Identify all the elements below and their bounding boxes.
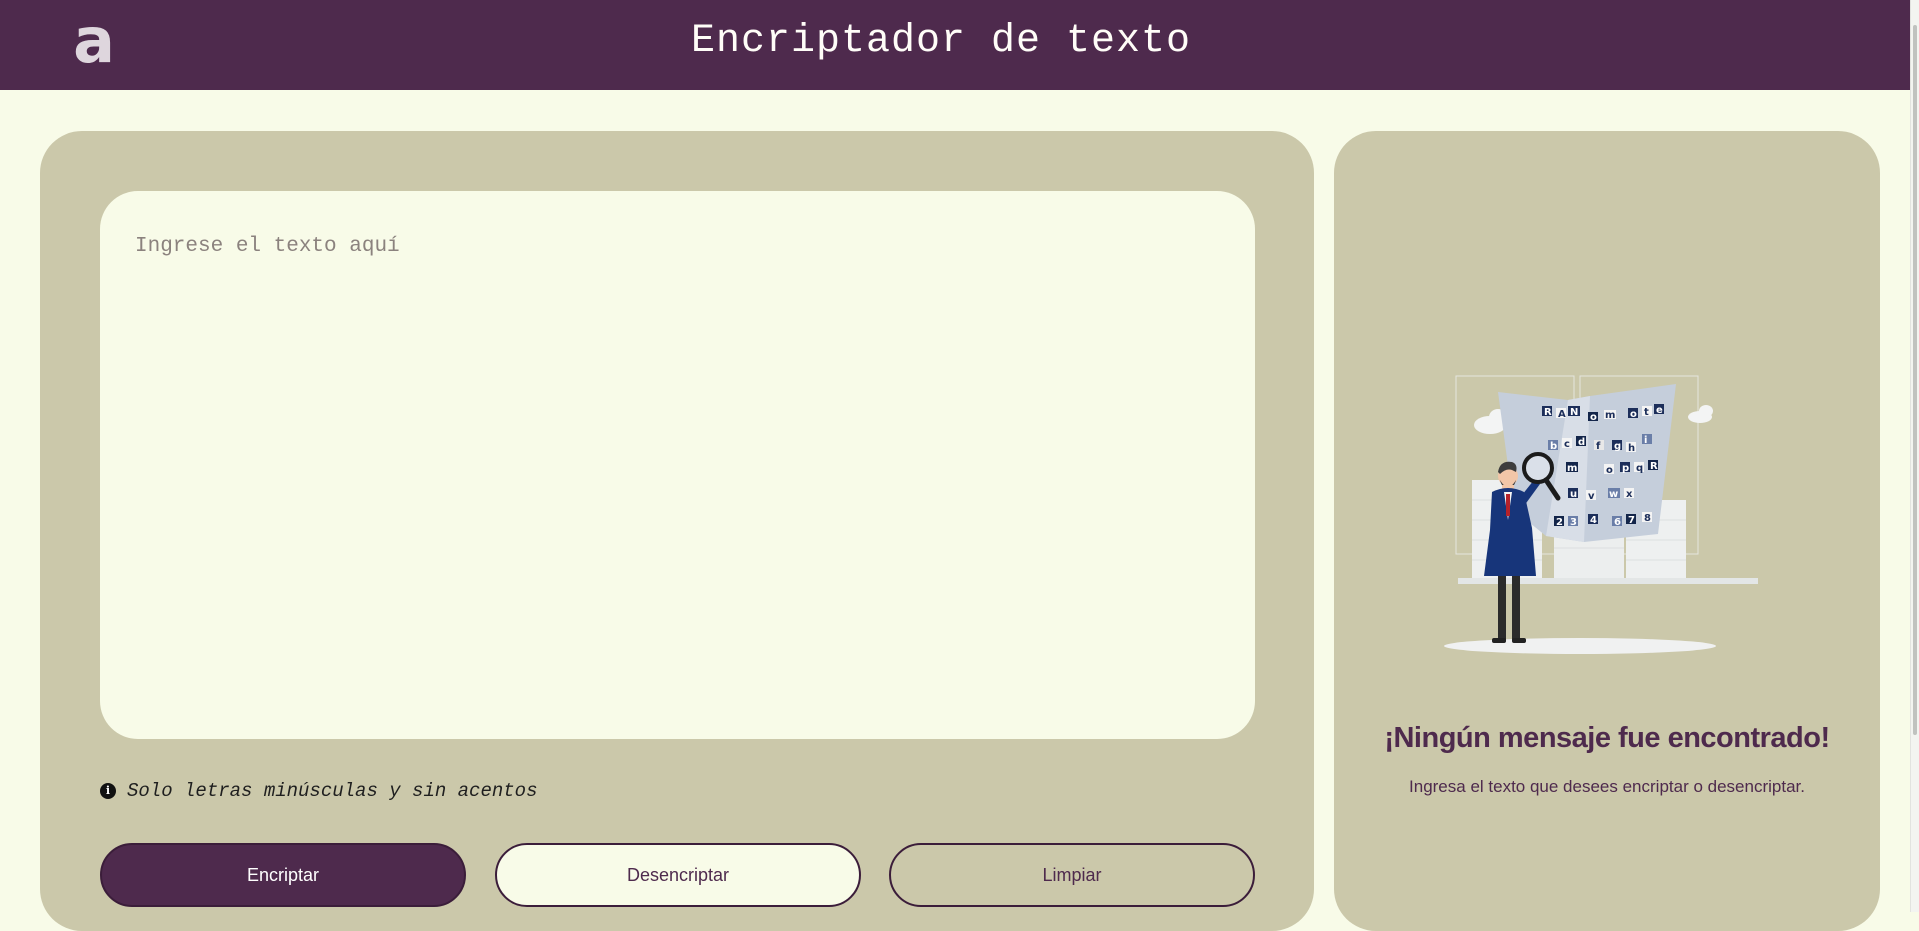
svg-text:8: 8 (1644, 513, 1651, 524)
encrypt-button[interactable]: Encriptar (100, 843, 466, 907)
svg-text:v: v (1588, 491, 1595, 502)
decrypt-button[interactable]: Desencriptar (495, 843, 861, 907)
hint-text: Solo letras minúsculas y sin acentos (127, 780, 538, 802)
no-message-subtitle: Ingresa el texto que desees encriptar o … (1409, 777, 1805, 796)
svg-text:u: u (1570, 489, 1577, 500)
svg-text:w: w (1609, 489, 1618, 500)
svg-text:i: i (1644, 435, 1647, 446)
svg-text:o: o (1590, 412, 1597, 423)
svg-text:d: d (1578, 437, 1585, 448)
svg-text:3: 3 (1570, 517, 1577, 528)
page-title: Encriptador de texto (690, 19, 1192, 64)
svg-text:c: c (1564, 439, 1570, 450)
svg-text:p: p (1622, 463, 1629, 474)
scrollbar-thumb[interactable] (1913, 25, 1917, 735)
svg-text:R: R (1544, 407, 1552, 418)
app-header: a Encriptador de texto (0, 0, 1919, 90)
svg-text:6: 6 (1614, 517, 1621, 528)
text-input[interactable] (100, 191, 1255, 739)
scrollbar[interactable] (1910, 0, 1919, 912)
svg-text:x: x (1626, 489, 1633, 500)
svg-text:N: N (1570, 407, 1578, 418)
svg-text:o: o (1606, 465, 1613, 476)
svg-text:h: h (1628, 443, 1635, 454)
svg-text:t: t (1644, 407, 1649, 418)
svg-text:q: q (1636, 463, 1643, 474)
svg-text:m: m (1605, 410, 1615, 421)
svg-text:e: e (1656, 405, 1663, 416)
clear-button[interactable]: Limpiar (889, 843, 1255, 907)
info-icon: i (100, 783, 116, 799)
svg-text:f: f (1596, 441, 1601, 452)
svg-text:b: b (1550, 441, 1557, 452)
hint: i Solo letras minúsculas y sin acentos (100, 780, 537, 802)
svg-text:A: A (1558, 409, 1566, 420)
svg-text:4: 4 (1590, 515, 1597, 526)
svg-text:2: 2 (1556, 517, 1563, 528)
svg-text:R: R (1650, 461, 1658, 472)
svg-text:7: 7 (1628, 515, 1635, 526)
detective-with-magnifier-illustration: R A N o m o t e b c d f g h i m o p q R … (1444, 375, 1758, 654)
no-message-title: ¡Ningún mensaje fue encontrado! (1384, 722, 1830, 754)
svg-text:g: g (1614, 441, 1621, 452)
svg-text:o: o (1630, 409, 1637, 420)
svg-text:m: m (1567, 463, 1577, 474)
